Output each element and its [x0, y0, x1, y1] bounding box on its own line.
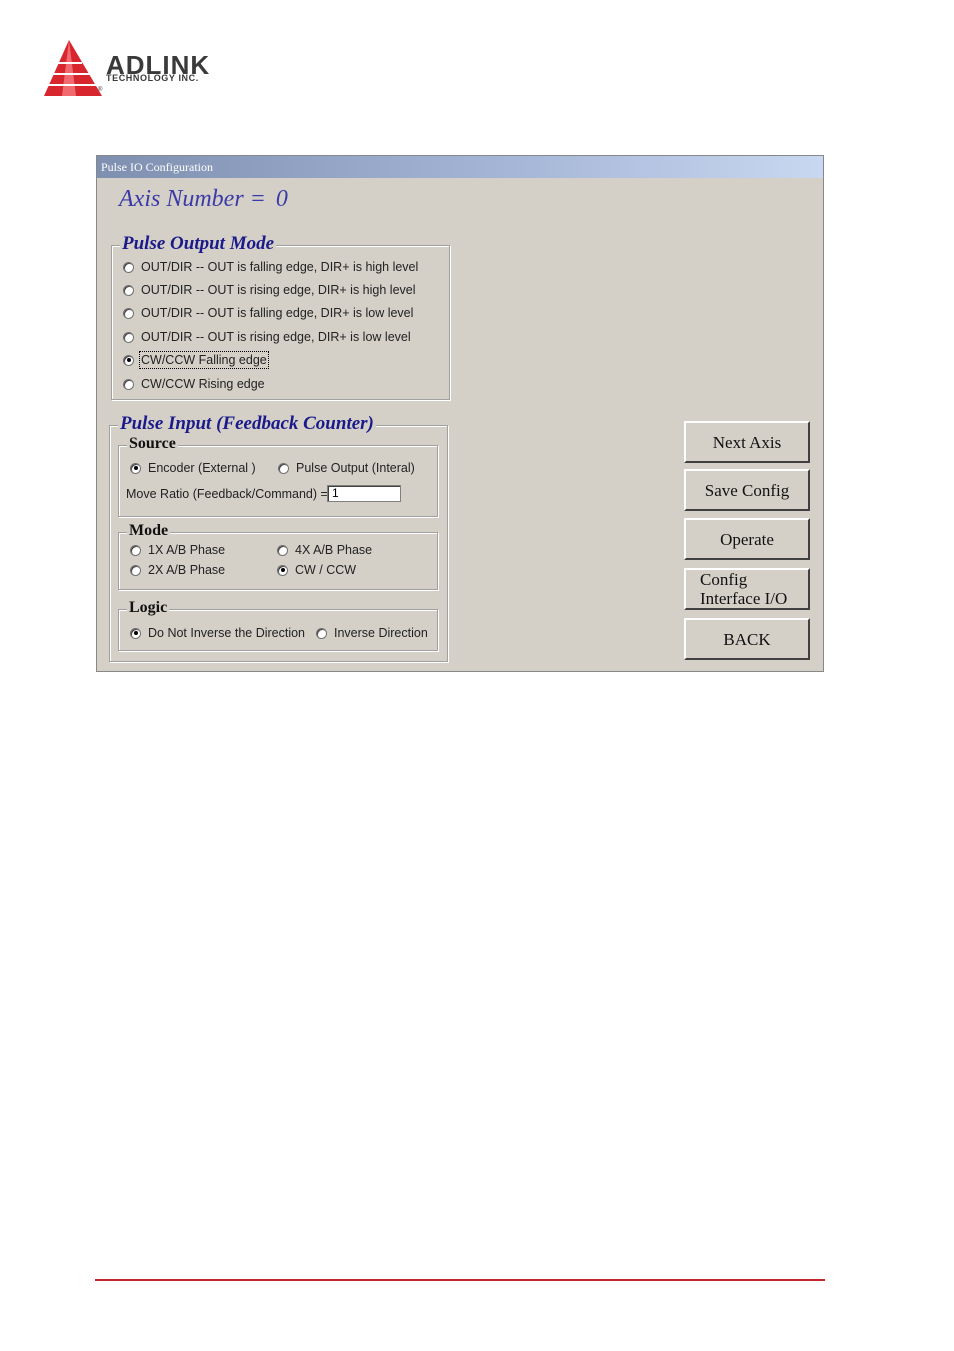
pulse-output-mode-group: Pulse Output Mode OUT/DIR -- OUT is fall…: [111, 234, 450, 400]
radio-selected-icon[interactable]: [123, 354, 134, 366]
brand-subtitle: TECHNOLOGY INC.: [106, 73, 199, 83]
radio-icon[interactable]: [123, 331, 134, 343]
mode-group: Mode 1X A/B Phase 4X A/B Phase 2X A/B Ph…: [118, 522, 438, 590]
option-label: 1X A/B Phase: [148, 543, 226, 557]
output-option-5[interactable]: CW/CCW Rising edge: [123, 377, 265, 391]
option-label: Do Not Inverse the Direction: [148, 626, 306, 640]
option-label: CW/CCW Rising edge: [141, 377, 265, 391]
logic-option-inverse[interactable]: Inverse Direction: [316, 626, 428, 640]
radio-icon[interactable]: [123, 261, 134, 273]
output-option-4[interactable]: CW/CCW Falling edge: [123, 351, 269, 369]
option-label: 2X A/B Phase: [148, 563, 226, 577]
pulse-input-group: Pulse Input (Feedback Counter) Source En…: [109, 414, 448, 662]
logic-option-no-inverse[interactable]: Do Not Inverse the Direction: [130, 626, 305, 640]
axis-number-value: 0: [275, 186, 288, 212]
window-titlebar[interactable]: Pulse IO Configuration: [97, 156, 823, 178]
pulse-input-title: Pulse Input (Feedback Counter): [118, 413, 376, 434]
radio-icon[interactable]: [277, 544, 288, 556]
move-ratio-label: Move Ratio (Feedback/Command) =: [126, 487, 328, 501]
save-config-button[interactable]: Save Config: [684, 469, 810, 511]
adlink-logo: ADLINK TECHNOLOGY INC. ®: [42, 38, 242, 100]
registered-mark: ®: [98, 87, 103, 93]
mode-option-4x[interactable]: 4X A/B Phase: [277, 543, 372, 557]
mode-option-2x[interactable]: 2X A/B Phase: [130, 563, 225, 577]
output-option-2[interactable]: OUT/DIR -- OUT is falling edge, DIR+ is …: [123, 306, 413, 320]
option-label: OUT/DIR -- OUT is rising edge, DIR+ is l…: [141, 330, 411, 344]
radio-selected-icon[interactable]: [277, 564, 288, 576]
source-title: Source: [127, 435, 178, 453]
output-option-0[interactable]: OUT/DIR -- OUT is falling edge, DIR+ is …: [123, 260, 418, 274]
move-ratio-input[interactable]: 1: [327, 485, 401, 502]
option-label: OUT/DIR -- OUT is rising edge, DIR+ is h…: [141, 283, 416, 297]
source-option-encoder[interactable]: Encoder (External ): [130, 461, 256, 475]
radio-icon[interactable]: [278, 462, 289, 474]
mode-title: Mode: [127, 522, 171, 540]
axis-number-text: Axis Number =: [119, 186, 266, 212]
config-interface-io-button[interactable]: Config Interface I/O: [684, 568, 810, 610]
source-option-pulse-output[interactable]: Pulse Output (Interal): [278, 461, 415, 475]
adlink-pyramid-icon: [44, 40, 102, 96]
option-label: CW / CCW: [295, 563, 357, 577]
axis-number-label: Axis Number = 0: [119, 186, 288, 213]
config-line-2: Interface I/O: [700, 589, 788, 608]
output-option-3[interactable]: OUT/DIR -- OUT is rising edge, DIR+ is l…: [123, 330, 411, 344]
radio-selected-icon[interactable]: [130, 462, 141, 474]
logic-title: Logic: [127, 599, 170, 617]
mode-option-cw-ccw[interactable]: CW / CCW: [277, 563, 356, 577]
radio-icon[interactable]: [123, 378, 134, 390]
footer-divider: [95, 1279, 825, 1281]
source-group: Source Encoder (External ) Pulse Output …: [118, 435, 438, 517]
option-label: 4X A/B Phase: [295, 543, 373, 557]
output-option-1[interactable]: OUT/DIR -- OUT is rising edge, DIR+ is h…: [123, 283, 416, 297]
radio-selected-icon[interactable]: [130, 627, 141, 639]
pulse-io-window: Pulse IO Configuration Axis Number = 0 Pu…: [96, 155, 824, 672]
radio-icon[interactable]: [130, 564, 141, 576]
window-title: Pulse IO Configuration: [101, 160, 213, 174]
option-label: Encoder (External ): [148, 461, 256, 475]
option-label: OUT/DIR -- OUT is falling edge, DIR+ is …: [141, 306, 414, 320]
option-label: OUT/DIR -- OUT is falling edge, DIR+ is …: [141, 260, 419, 274]
config-line-1: Config: [700, 570, 748, 589]
radio-icon[interactable]: [123, 307, 134, 319]
mode-option-1x[interactable]: 1X A/B Phase: [130, 543, 225, 557]
logic-group: Logic Do Not Inverse the Direction Inver…: [118, 599, 438, 651]
back-button[interactable]: BACK: [684, 618, 810, 660]
pulse-output-mode-title: Pulse Output Mode: [120, 233, 277, 254]
option-label: Pulse Output (Interal): [296, 461, 415, 475]
radio-icon[interactable]: [130, 544, 141, 556]
next-axis-button[interactable]: Next Axis: [684, 421, 810, 463]
operate-button[interactable]: Operate: [684, 518, 810, 560]
option-label: Inverse Direction: [334, 626, 428, 640]
radio-icon[interactable]: [316, 627, 327, 639]
option-label: CW/CCW Falling edge: [139, 351, 269, 369]
radio-icon[interactable]: [123, 284, 134, 296]
